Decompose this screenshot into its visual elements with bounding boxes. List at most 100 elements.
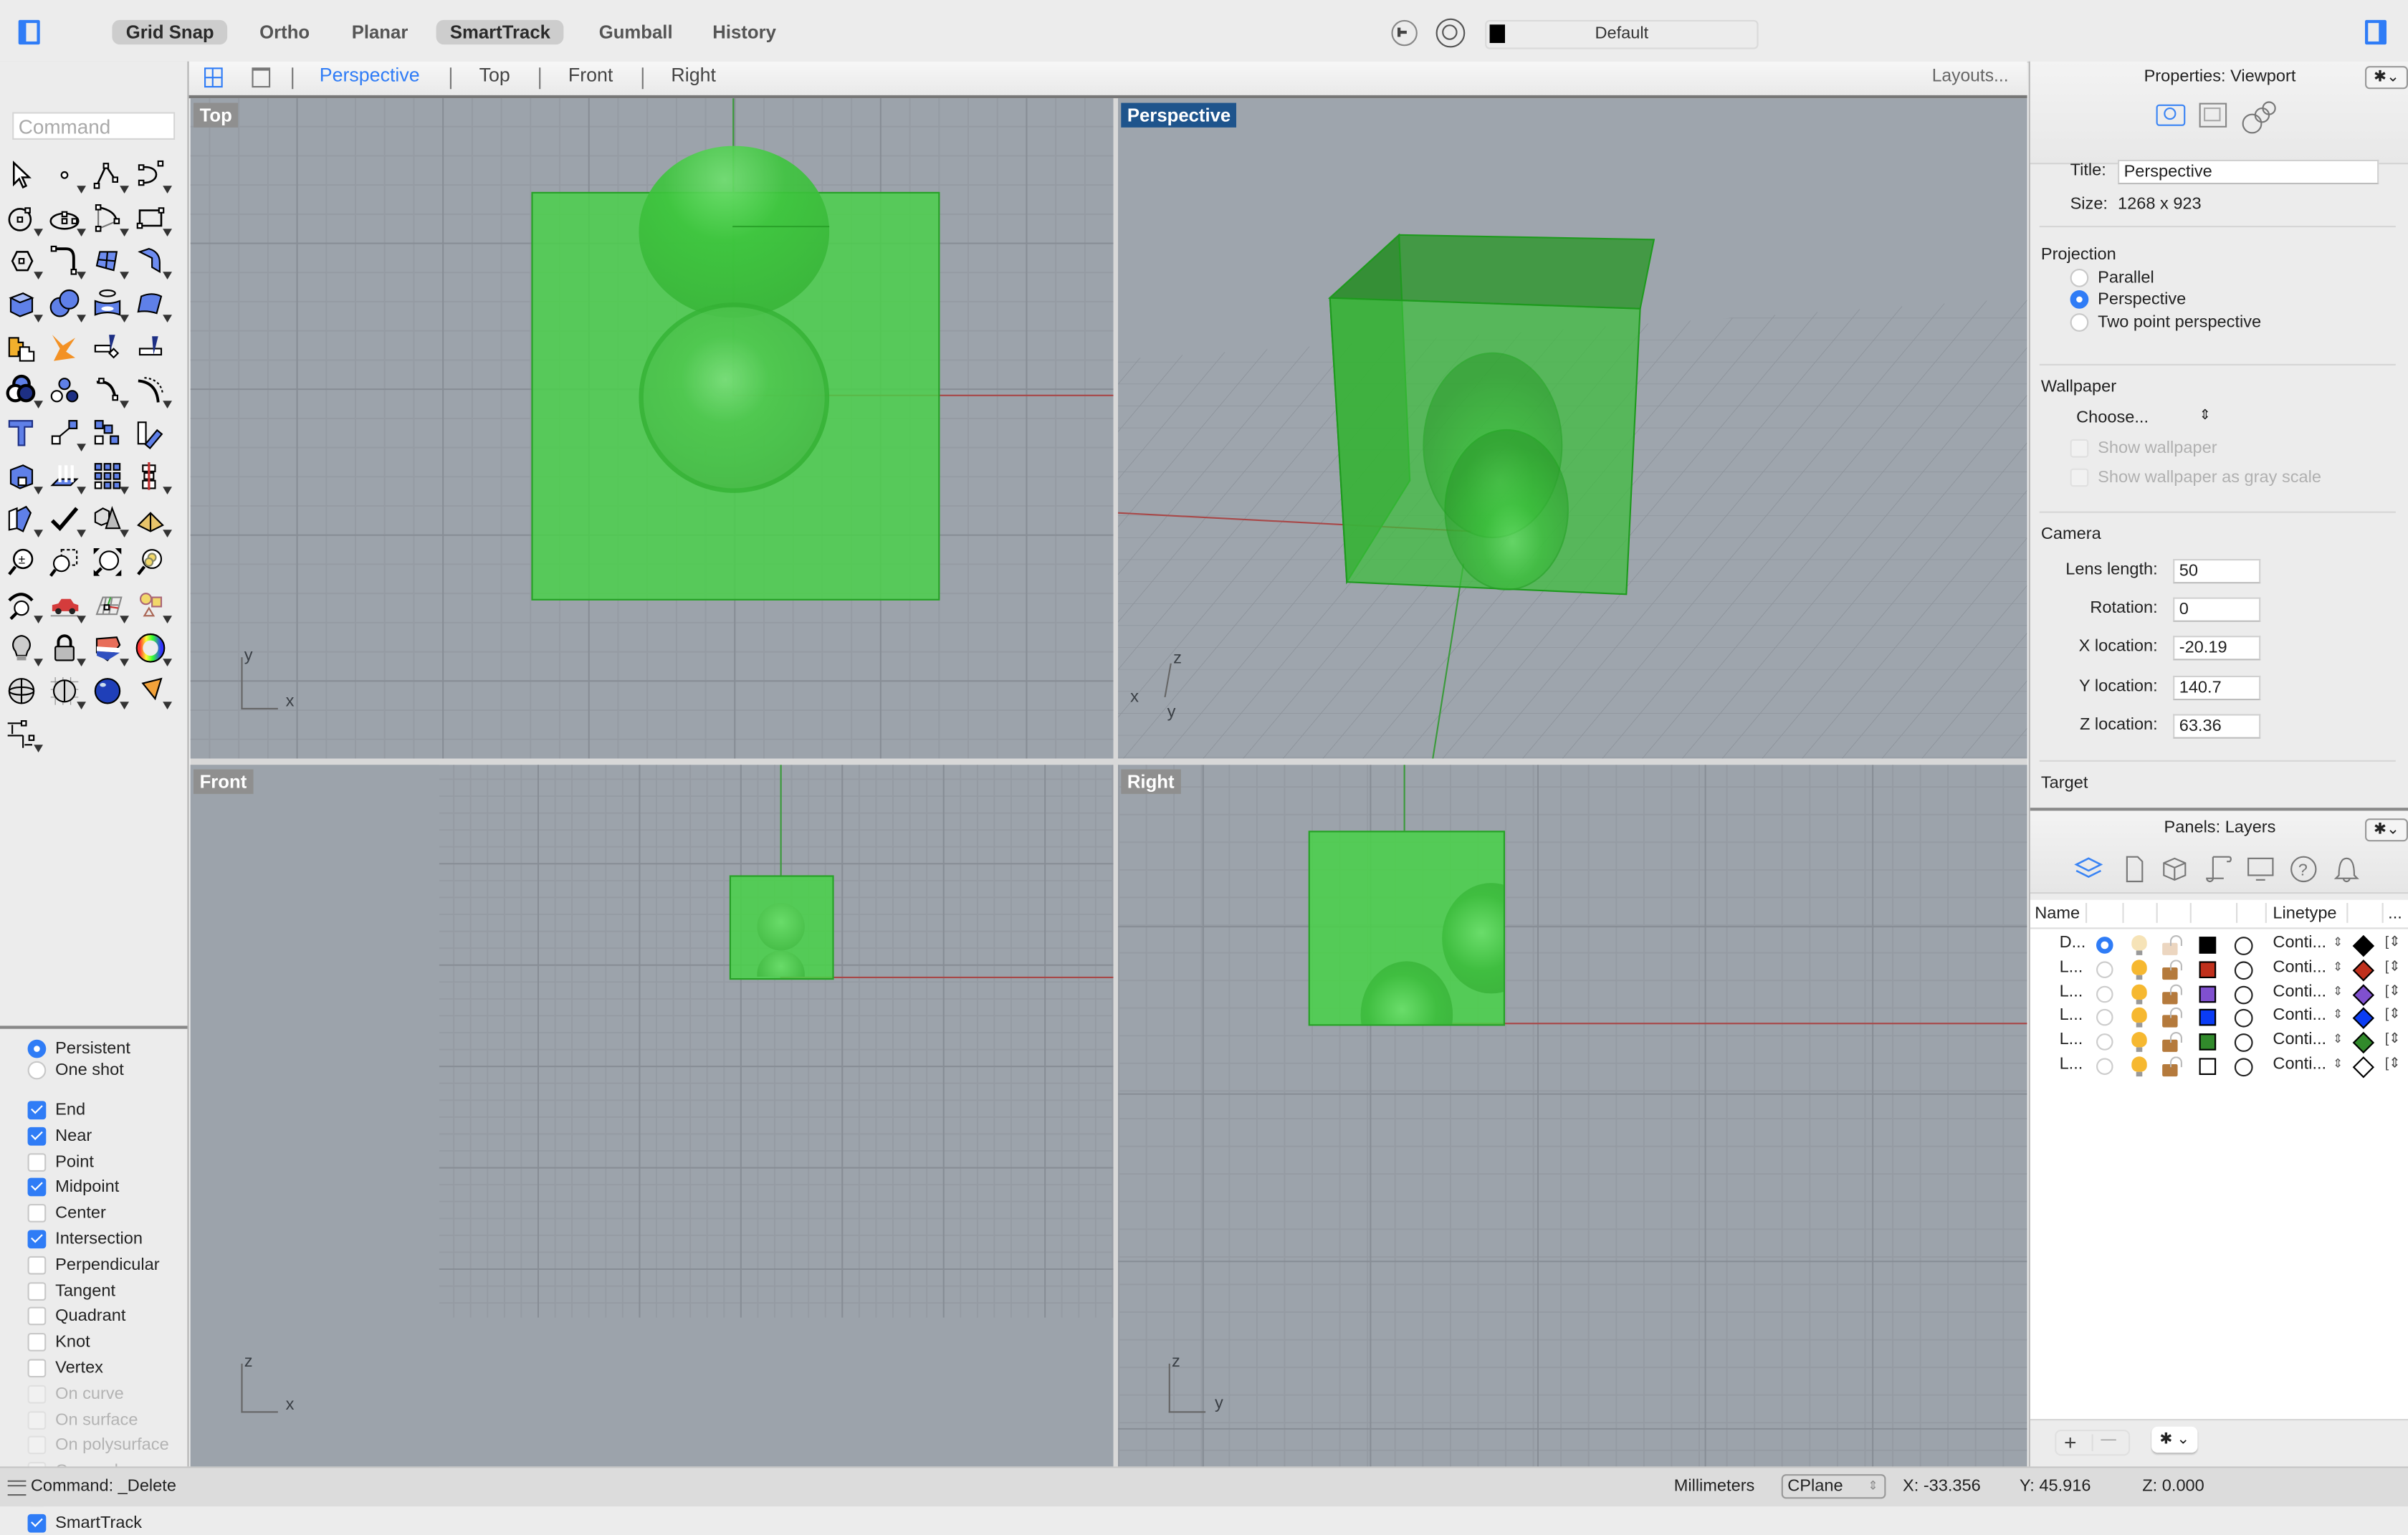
cplane-dropdown[interactable]: CPlane ⇕ xyxy=(1781,1474,1886,1499)
mode-toggle-ortho[interactable]: Ortho xyxy=(246,20,324,44)
curve-tool-button[interactable] xyxy=(132,157,172,193)
layer-name[interactable]: L... xyxy=(2060,1006,2083,1025)
command-history-icon[interactable] xyxy=(7,1480,27,1496)
fillet-curve-tool-button[interactable] xyxy=(46,243,86,279)
osnap-intersection-checkbox[interactable]: Intersection xyxy=(27,1227,143,1251)
layer-linetype[interactable]: Conti... xyxy=(2273,1055,2326,1073)
osnap-center-checkbox[interactable]: Center xyxy=(27,1201,106,1225)
layer-row[interactable]: L... Conti... ⇕ [⇕ xyxy=(2030,1055,2408,1079)
right-sidebar-toggle-icon[interactable] xyxy=(2365,19,2386,45)
layer-linetype[interactable]: Conti... xyxy=(2273,1030,2326,1049)
current-layer-radio[interactable] xyxy=(2096,985,2113,1003)
projection-perspective-radio[interactable]: Perspective xyxy=(2070,287,2186,312)
frame-icon[interactable] xyxy=(2199,102,2227,128)
material-circle-icon[interactable] xyxy=(2234,1009,2253,1028)
mode-toggle-planar[interactable]: Planar xyxy=(338,20,421,44)
car-walkthrough-tool-button[interactable] xyxy=(46,587,86,623)
camera-rotation-input[interactable]: 0 xyxy=(2173,597,2261,623)
add-layer-button[interactable]: + xyxy=(2064,1430,2077,1454)
osnap-midpoint-checkbox[interactable]: Midpoint xyxy=(27,1175,119,1200)
layer-color-swatch[interactable] xyxy=(2199,960,2217,978)
layouts-button[interactable]: Layouts... xyxy=(1932,67,2009,86)
curve-join-tool-button[interactable] xyxy=(89,372,129,408)
lightbulb-icon[interactable] xyxy=(2131,959,2147,975)
layer-name[interactable]: L... xyxy=(2060,982,2083,1001)
layers-gear-menu[interactable]: ✱⌄ xyxy=(2365,818,2408,842)
layer-row[interactable]: L... Conti... ⇕ [⇕ xyxy=(2030,1006,2408,1030)
viewport-label-right[interactable]: Right xyxy=(1121,769,1181,794)
layer-name[interactable]: D... xyxy=(2060,934,2086,952)
zoom-window-tool-button[interactable] xyxy=(46,544,82,580)
sphere-object[interactable] xyxy=(639,302,830,493)
lightbulb-icon[interactable] xyxy=(2131,1056,2147,1072)
lightbulb-icon[interactable] xyxy=(2131,935,2147,951)
material-circle-icon[interactable] xyxy=(2234,1058,2253,1077)
osnap-near-checkbox[interactable]: Near xyxy=(27,1124,92,1148)
surface-from-points-tool-button[interactable] xyxy=(89,243,129,279)
viewport-label-top[interactable]: Top xyxy=(194,102,239,128)
osnap-point-checkbox[interactable]: Point xyxy=(27,1149,94,1174)
camera-icon[interactable] xyxy=(2156,104,2186,126)
extrude-surface-tool-button[interactable] xyxy=(132,243,172,279)
rotate-view-tool-button[interactable] xyxy=(3,587,43,623)
shaded-sphere-tool-button[interactable] xyxy=(3,673,39,709)
section-layers-tool-button[interactable] xyxy=(89,630,129,666)
sphere-object[interactable] xyxy=(1360,961,1453,1025)
light-tool-button[interactable] xyxy=(3,630,43,666)
osnap-target-icon[interactable] xyxy=(1435,18,1466,48)
rectangle-tool-button[interactable] xyxy=(132,200,172,236)
tab-front[interactable]: Front xyxy=(568,64,613,86)
record-history-icon[interactable] xyxy=(1391,19,1418,47)
lock-tool-button[interactable] xyxy=(46,630,86,666)
current-layer-radio[interactable] xyxy=(2096,1033,2113,1051)
box-tool-button[interactable] xyxy=(3,286,43,322)
lightbulb-icon[interactable] xyxy=(2131,1032,2147,1048)
box-object[interactable] xyxy=(1308,831,1505,1026)
layers-icon[interactable] xyxy=(2072,852,2106,886)
column-more[interactable]: ... xyxy=(2388,904,2402,923)
print-color-diamond[interactable] xyxy=(2352,959,2375,982)
solid-edit-tool-button[interactable] xyxy=(3,501,43,537)
mirror-tool-button[interactable] xyxy=(132,458,172,494)
point-tool-button[interactable] xyxy=(46,157,86,193)
mode-toggle-smarttrack[interactable]: SmartTrack xyxy=(436,19,565,45)
zoom-in-out-tool-button[interactable]: ± xyxy=(3,544,39,580)
layer-row[interactable]: L... Conti... ⇕ [⇕ xyxy=(2030,1030,2408,1055)
sphere-object[interactable] xyxy=(1444,429,1569,590)
four-viewport-layout-icon[interactable] xyxy=(204,67,223,88)
layer-name[interactable]: L... xyxy=(2060,958,2083,977)
print-color-diamond[interactable] xyxy=(2352,934,2375,957)
units-label[interactable]: Millimeters xyxy=(1674,1477,1755,1496)
circle-tool-button[interactable] xyxy=(3,200,43,236)
current-layer-radio[interactable] xyxy=(2096,1009,2113,1027)
mode-toggle-grid-snap[interactable]: Grid Snap xyxy=(112,19,228,45)
sphere-object[interactable] xyxy=(757,903,805,951)
layer-name[interactable]: L... xyxy=(2060,1055,2083,1073)
display-icon[interactable] xyxy=(2244,852,2278,886)
current-layer-radio[interactable] xyxy=(2096,937,2113,954)
osnap-vertex-checkbox[interactable]: Vertex xyxy=(27,1356,103,1380)
lightbulb-icon[interactable] xyxy=(2131,983,2147,1000)
camera-y-location-input[interactable]: 140.7 xyxy=(2173,674,2261,700)
document-icon[interactable] xyxy=(2118,852,2151,886)
viewport-horizontal-splitter[interactable] xyxy=(190,758,2027,765)
column-linetype[interactable]: Linetype xyxy=(2273,904,2336,923)
trim-tool-button[interactable] xyxy=(132,329,168,365)
rotate-tool-button[interactable] xyxy=(132,415,168,451)
move-tool-button[interactable] xyxy=(46,415,86,451)
ellipse-tool-button[interactable] xyxy=(46,200,86,236)
split-trim-tool-button[interactable] xyxy=(89,329,125,365)
offset-curve-tool-button[interactable] xyxy=(132,372,172,408)
osnap-quadrant-checkbox[interactable]: Quadrant xyxy=(27,1304,125,1329)
scroll-icon[interactable] xyxy=(2202,852,2236,886)
wallpaper-choose-dropdown[interactable]: Choose... ⇕ xyxy=(2076,407,2211,427)
cylinder-hole-tool-button[interactable] xyxy=(89,286,129,322)
print-width-selector[interactable]: [⇕ xyxy=(2385,1006,2401,1023)
extrude-arrows-tool-button[interactable] xyxy=(46,458,86,494)
surface-network-tool-button[interactable] xyxy=(132,286,172,322)
print-width-selector[interactable]: [⇕ xyxy=(2385,982,2401,1000)
color-wheel-tool-button[interactable] xyxy=(132,630,172,666)
remove-layer-button[interactable]: — xyxy=(2101,1431,2116,1448)
mode-toggle-gumball[interactable]: Gumball xyxy=(585,20,686,44)
camera-z-location-input[interactable]: 63.36 xyxy=(2173,713,2261,739)
